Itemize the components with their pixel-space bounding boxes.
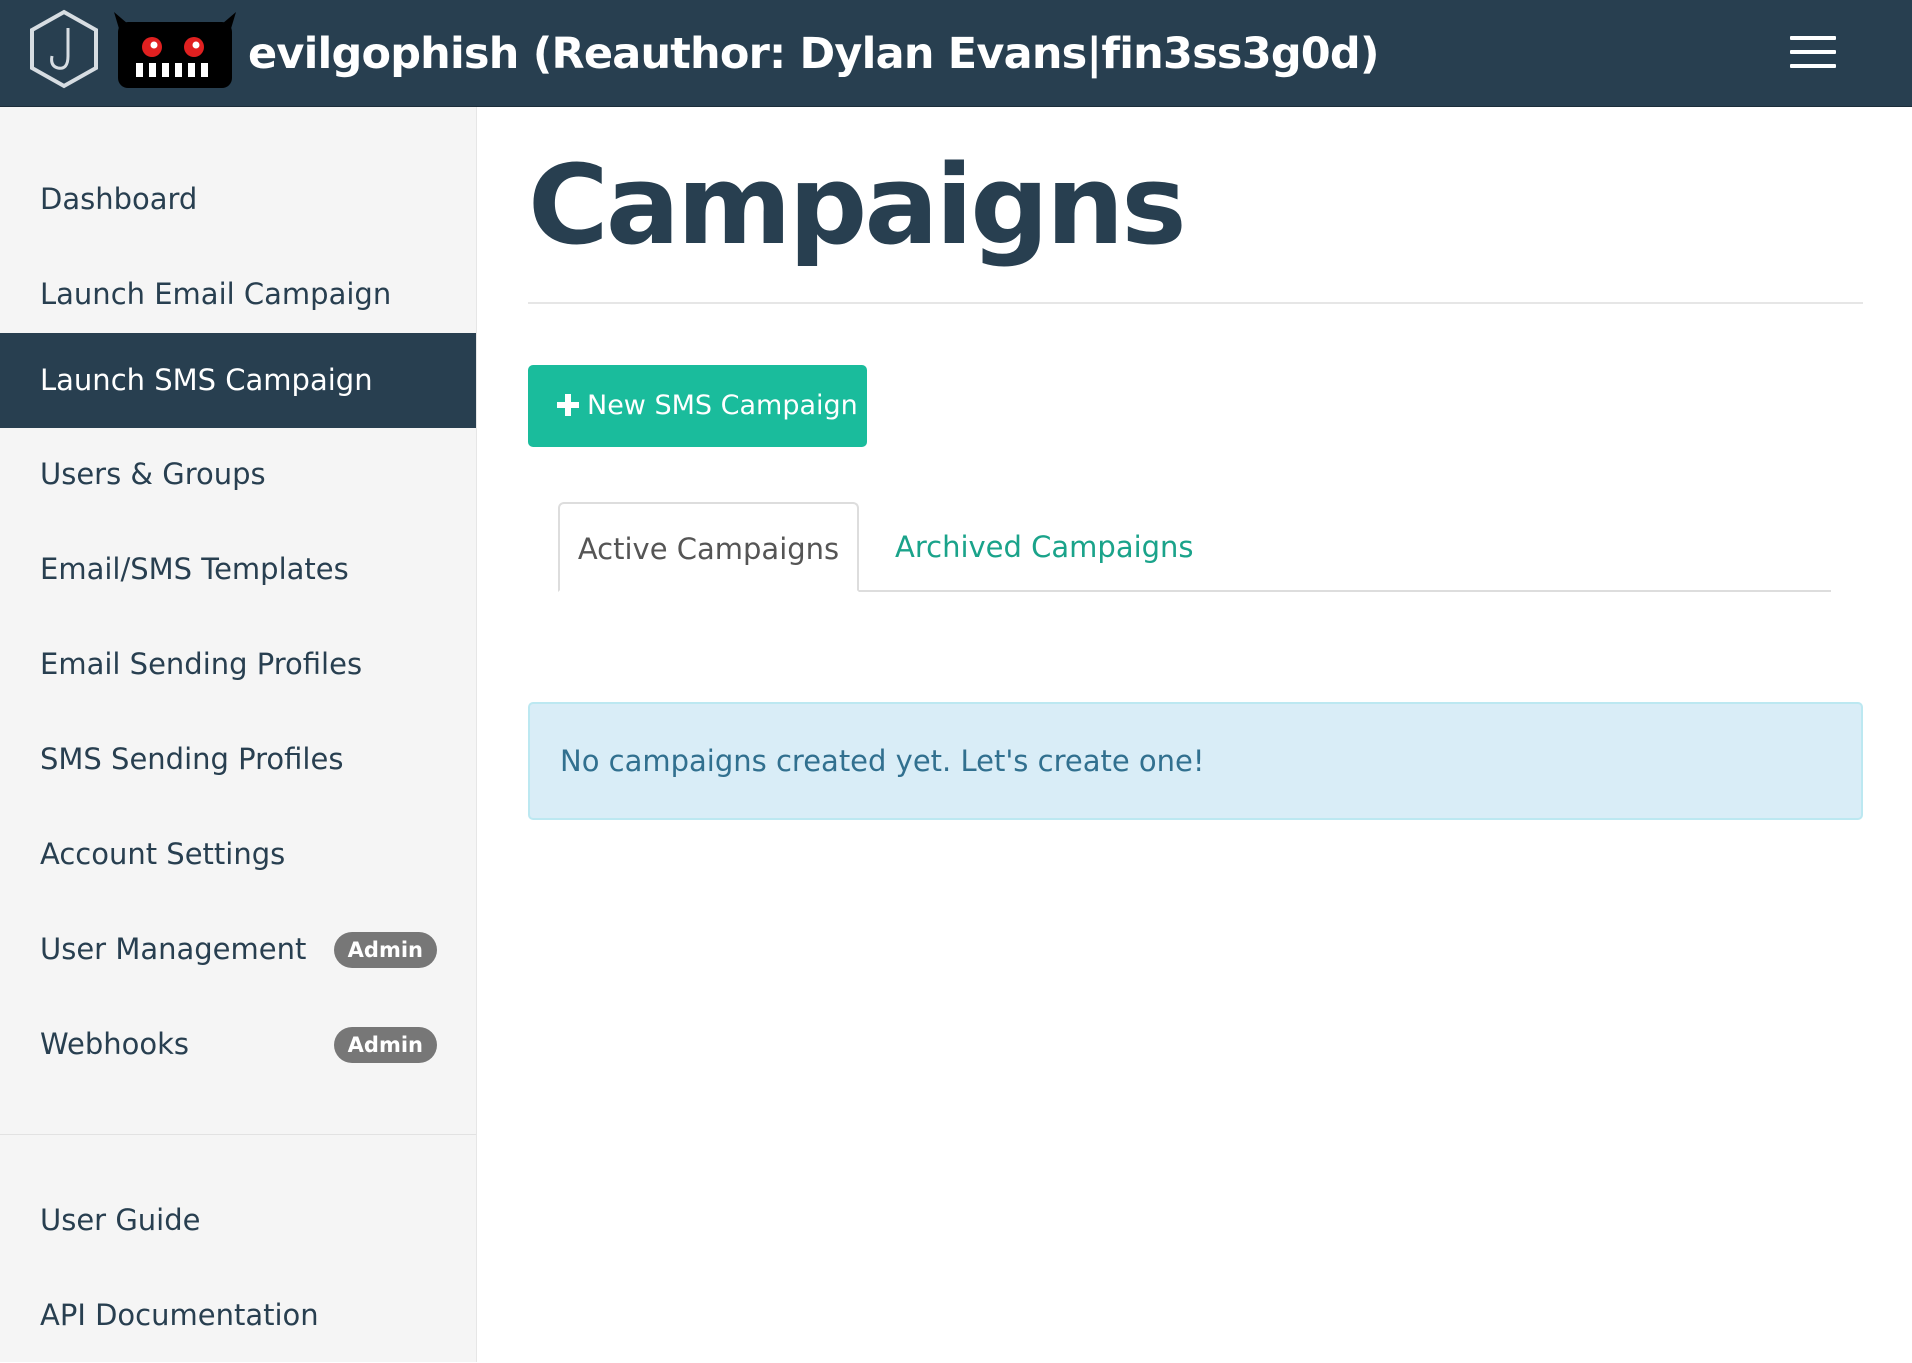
sidebar-item-label: User Guide — [40, 1203, 201, 1237]
sidebar-item-user-management[interactable]: User Management Admin — [0, 902, 476, 997]
sidebar-item-label: Email Sending Profiles — [40, 647, 363, 681]
sidebar-item-email-sms-templates[interactable]: Email/SMS Templates — [0, 522, 476, 617]
sidebar-item-label: Email/SMS Templates — [40, 552, 349, 586]
sidebar-item-label: API Documentation — [40, 1298, 319, 1332]
empty-campaigns-message: No campaigns created yet. Let's create o… — [560, 744, 1205, 778]
sidebar: Dashboard Launch Email Campaign Launch S… — [0, 107, 477, 1362]
sidebar-item-webhooks[interactable]: Webhooks Admin — [0, 997, 476, 1092]
tab-active-campaigns[interactable]: Active Campaigns — [558, 502, 859, 592]
sidebar-item-label: Webhooks — [40, 1027, 189, 1061]
sidebar-divider — [0, 1134, 476, 1135]
navbar-brand[interactable]: evilgophish (Reauthor: Dylan Evans|fin3s… — [248, 22, 1380, 86]
sidebar-item-api-documentation[interactable]: API Documentation — [0, 1268, 476, 1363]
new-sms-campaign-label: New SMS Campaign — [587, 390, 858, 421]
sidebar-item-launch-email-campaign[interactable]: Launch Email Campaign — [0, 247, 476, 342]
sidebar-item-account-settings[interactable]: Account Settings — [0, 807, 476, 902]
sidebar-item-label: User Management — [40, 932, 307, 966]
sidebar-item-users-groups[interactable]: Users & Groups — [0, 427, 476, 522]
evil-gopher-monster-icon — [114, 12, 236, 88]
sidebar-item-label: SMS Sending Profiles — [40, 742, 344, 776]
sidebar-item-sms-sending-profiles[interactable]: SMS Sending Profiles — [0, 712, 476, 807]
sidebar-item-email-sending-profiles[interactable]: Email Sending Profiles — [0, 617, 476, 712]
empty-campaigns-alert: No campaigns created yet. Let's create o… — [528, 702, 1863, 820]
admin-badge: Admin — [333, 1027, 437, 1063]
gophish-hook-hexagon-icon[interactable] — [28, 8, 100, 90]
sidebar-item-user-guide[interactable]: User Guide — [0, 1173, 476, 1268]
sidebar-item-label: Users & Groups — [40, 457, 266, 491]
title-divider — [528, 302, 1863, 304]
admin-badge: Admin — [333, 932, 437, 968]
sidebar-item-label: Account Settings — [40, 837, 286, 871]
sidebar-item-label: Launch SMS Campaign — [40, 363, 373, 397]
sidebar-item-label: Dashboard — [40, 182, 198, 216]
sidebar-item-label: Launch Email Campaign — [40, 277, 392, 311]
page-title: Campaigns — [528, 141, 1187, 269]
tab-archived-campaigns[interactable]: Archived Campaigns — [895, 502, 1194, 592]
sidebar-item-launch-sms-campaign[interactable]: Launch SMS Campaign — [0, 333, 476, 428]
new-sms-campaign-button[interactable]: New SMS Campaign — [528, 365, 867, 447]
hamburger-menu-icon[interactable] — [1790, 36, 1838, 70]
sidebar-item-dashboard[interactable]: Dashboard — [0, 152, 476, 247]
top-navbar: evilgophish (Reauthor: Dylan Evans|fin3s… — [0, 0, 1912, 107]
plus-icon — [557, 394, 579, 416]
